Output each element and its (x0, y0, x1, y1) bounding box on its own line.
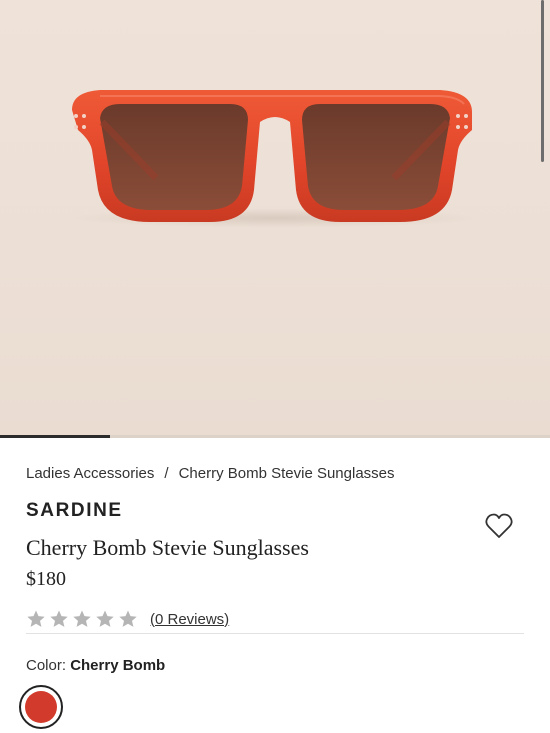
breadcrumb-link-ladies-accessories[interactable]: Ladies Accessories (26, 465, 154, 482)
product-price: $180 (26, 568, 66, 590)
selected-color-name: Cherry Bomb (70, 657, 166, 674)
star-rating (26, 609, 138, 629)
product-title: Cherry Bomb Stevie Sunglasses (26, 535, 309, 560)
breadcrumb-separator: / (164, 465, 169, 482)
add-to-wishlist-button[interactable] (485, 513, 513, 539)
gallery-progress-indicator (0, 435, 110, 438)
reviews-link[interactable]: (0 Reviews) (150, 611, 229, 628)
color-label: Color: (26, 657, 67, 674)
divider (26, 633, 524, 634)
star-icon (119, 610, 137, 627)
star-icon (73, 610, 91, 627)
breadcrumb-current-page[interactable]: Cherry Bomb Stevie Sunglasses (179, 465, 395, 482)
star-icon (50, 610, 68, 627)
product-image-gallery[interactable] (0, 0, 550, 438)
heart-icon (485, 513, 513, 538)
color-swatch-cherry-bomb[interactable] (19, 685, 63, 729)
product-brand[interactable]: SARDINE (26, 500, 123, 522)
sunglasses-product-image (65, 90, 485, 228)
color-selector-label: Color: Cherry Bomb (26, 657, 165, 674)
star-icon (27, 610, 45, 627)
page-scrollbar[interactable] (541, 0, 544, 162)
product-rating: (0 Reviews) (26, 609, 229, 629)
star-icon (96, 610, 114, 627)
breadcrumb: Ladies Accessories / Cherry Bomb Stevie … (26, 465, 395, 482)
color-swatch-fill (25, 691, 57, 723)
gallery-progress-track (0, 435, 550, 438)
